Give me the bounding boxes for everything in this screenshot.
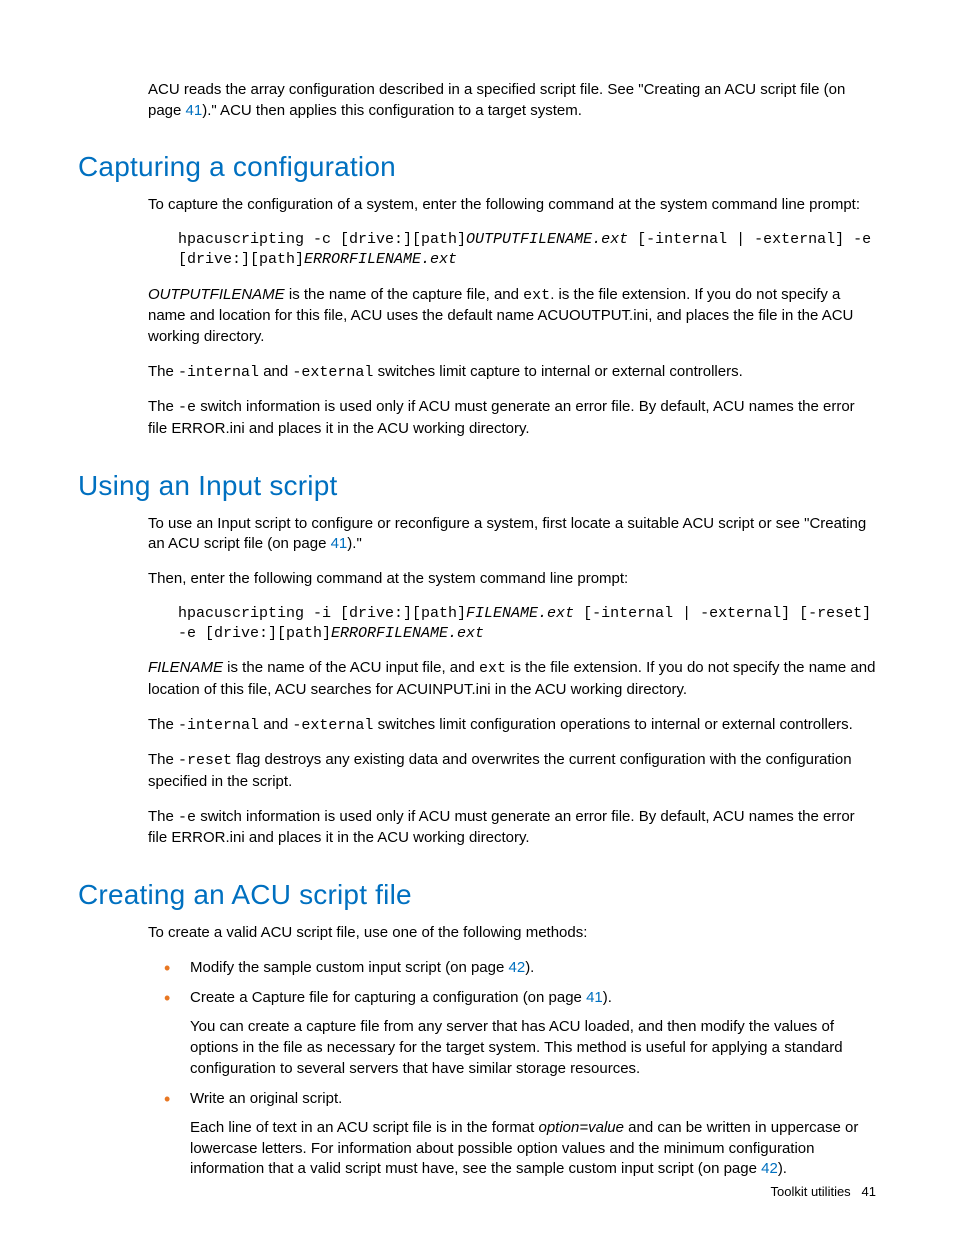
code-param: ERRORFILENAME.ext <box>331 625 484 642</box>
text: ). <box>525 959 534 976</box>
code-inline: -external <box>292 717 373 734</box>
text: Each line of text in an ACU script file … <box>190 1119 539 1136</box>
text: The <box>148 808 178 825</box>
text: switches limit configuration operations … <box>373 716 852 733</box>
code-inline: -e <box>178 399 196 416</box>
code-inline: ext <box>523 287 550 304</box>
paragraph: The -e switch information is used only i… <box>148 397 876 439</box>
text: switch information is used only if ACU m… <box>148 398 855 437</box>
code-inline: -internal <box>178 364 259 381</box>
page-link-42[interactable]: 42 <box>509 959 526 976</box>
code-inline: -e <box>178 809 196 826</box>
code-param: ERRORFILENAME.ext <box>304 251 457 268</box>
page-link-41[interactable]: 41 <box>331 535 348 552</box>
page-footer: Toolkit utilities 41 <box>770 1184 876 1199</box>
text: flag destroys any existing data and over… <box>148 751 852 790</box>
paragraph: FILENAME is the name of the ACU input fi… <box>148 658 876 700</box>
code-block: hpacuscripting -i [drive:][path]FILENAME… <box>178 604 876 645</box>
page: ACU reads the array configuration descri… <box>0 0 954 1235</box>
page-link-41[interactable]: 41 <box>186 102 203 119</box>
text: )." ACU then applies this configuration … <box>202 102 582 119</box>
text: Modify the sample custom input script (o… <box>190 959 509 976</box>
paragraph: The -e switch information is used only i… <box>148 807 876 849</box>
text: The <box>148 751 178 768</box>
heading-creating-acu-script: Creating an ACU script file <box>78 879 876 911</box>
text: and <box>259 363 292 380</box>
intro-paragraph: ACU reads the array configuration descri… <box>148 80 876 121</box>
paragraph: The -internal and -external switches lim… <box>148 715 876 737</box>
heading-capturing-configuration: Capturing a configuration <box>78 151 876 183</box>
text: The <box>148 363 178 380</box>
code-block: hpacuscripting -c [drive:][path]OUTPUTFI… <box>178 230 876 271</box>
paragraph: OUTPUTFILENAME is the name of the captur… <box>148 285 876 348</box>
text: Write an original script. <box>190 1090 342 1107</box>
paragraph: To capture the configuration of a system… <box>148 195 876 216</box>
text-italic: OUTPUTFILENAME <box>148 286 285 303</box>
list-item: Create a Capture file for capturing a co… <box>148 988 876 1079</box>
footer-label: Toolkit utilities <box>770 1184 850 1199</box>
paragraph: To create a valid ACU script file, use o… <box>148 923 876 944</box>
paragraph: To use an Input script to configure or r… <box>148 514 876 555</box>
text: To use an Input script to configure or r… <box>148 515 866 553</box>
text: Create a Capture file for capturing a co… <box>190 989 586 1006</box>
footer-page-number: 41 <box>862 1184 876 1199</box>
code-text: hpacuscripting -c [drive:][path] <box>178 231 466 248</box>
page-link-41[interactable]: 41 <box>586 989 603 1006</box>
text: ). <box>603 989 612 1006</box>
code-text: hpacuscripting -i [drive:][path] <box>178 605 466 622</box>
list-item: Write an original script. Each line of t… <box>148 1089 876 1180</box>
code-inline: -reset <box>178 752 232 769</box>
code-param: OUTPUTFILENAME.ext <box>466 231 628 248</box>
text: switches limit capture to internal or ex… <box>373 363 742 380</box>
page-link-42[interactable]: 42 <box>761 1160 778 1177</box>
text: )." <box>347 535 362 552</box>
code-inline: -internal <box>178 717 259 734</box>
list-item-sub: You can create a capture file from any s… <box>190 1017 876 1079</box>
text: ). <box>778 1160 787 1177</box>
intro-block: ACU reads the array configuration descri… <box>148 80 876 121</box>
text: switch information is used only if ACU m… <box>148 808 855 847</box>
text-italic: option=value <box>539 1119 625 1136</box>
code-inline: -external <box>292 364 373 381</box>
code-param: FILENAME.ext <box>466 605 574 622</box>
list-item-sub: Each line of text in an ACU script file … <box>190 1118 876 1180</box>
section1-body: To capture the configuration of a system… <box>148 195 876 439</box>
text: The <box>148 716 178 733</box>
section3-body: To create a valid ACU script file, use o… <box>148 923 876 1180</box>
code-inline: ext <box>479 660 506 677</box>
paragraph: The -reset flag destroys any existing da… <box>148 750 876 792</box>
list-item: Modify the sample custom input script (o… <box>148 958 876 979</box>
text: and <box>259 716 292 733</box>
paragraph: The -internal and -external switches lim… <box>148 362 876 384</box>
section2-body: To use an Input script to configure or r… <box>148 514 876 849</box>
paragraph: Then, enter the following command at the… <box>148 569 876 590</box>
text: The <box>148 398 178 415</box>
text-italic: FILENAME <box>148 659 223 676</box>
text: is the name of the capture file, and <box>285 286 523 303</box>
heading-using-input-script: Using an Input script <box>78 470 876 502</box>
text: is the name of the ACU input file, and <box>223 659 479 676</box>
bullet-list: Modify the sample custom input script (o… <box>148 958 876 1180</box>
